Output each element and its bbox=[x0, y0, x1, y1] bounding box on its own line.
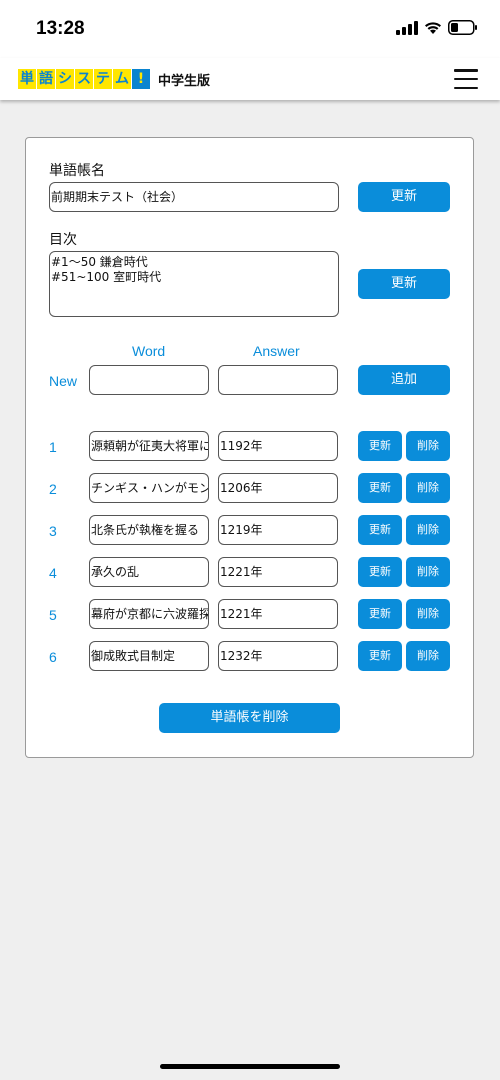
toc-label: 目次 bbox=[49, 232, 77, 248]
word-input[interactable]: 源頼朝が征夷大将軍に bbox=[89, 431, 209, 461]
row-update-button[interactable]: 更新 bbox=[358, 473, 402, 503]
row-number: 3 bbox=[49, 523, 57, 539]
row-number: 2 bbox=[49, 481, 57, 497]
status-bar: 13:28 bbox=[0, 0, 500, 58]
logo-text: 単 語 シ ス テ ム ! bbox=[18, 69, 150, 89]
wordbook-edit-card: 単語帳名 前期期末テスト（社会） 更新 目次 #1〜50 鎌倉時代 #51~10… bbox=[25, 137, 474, 758]
row-number: 5 bbox=[49, 607, 57, 623]
word-input[interactable]: チンギス・ハンがモン bbox=[89, 473, 209, 503]
book-name-label: 単語帳名 bbox=[49, 163, 105, 179]
book-name-update-button[interactable]: 更新 bbox=[358, 182, 450, 212]
row-delete-button[interactable]: 削除 bbox=[406, 515, 450, 545]
row-update-button[interactable]: 更新 bbox=[358, 515, 402, 545]
logo-char: シ bbox=[56, 69, 74, 89]
status-time: 13:28 bbox=[36, 18, 85, 39]
row-delete-button[interactable]: 削除 bbox=[406, 473, 450, 503]
app-logo[interactable]: 単 語 シ ス テ ム ! 中学生版 bbox=[18, 69, 210, 89]
logo-char: 単 bbox=[18, 69, 36, 89]
row-number: 6 bbox=[49, 649, 57, 665]
row-number: 1 bbox=[49, 439, 57, 455]
logo-char: 語 bbox=[37, 69, 55, 89]
new-entry-label: New bbox=[49, 373, 78, 389]
word-input[interactable]: 御成敗式目制定 bbox=[89, 641, 209, 671]
logo-char: ム bbox=[113, 69, 131, 89]
row-update-button[interactable]: 更新 bbox=[358, 599, 402, 629]
logo-char: ! bbox=[132, 69, 150, 89]
word-column-header: Word bbox=[132, 343, 166, 359]
answer-column-header: Answer bbox=[253, 343, 300, 359]
hamburger-menu-icon[interactable] bbox=[454, 69, 478, 89]
row-delete-button[interactable]: 削除 bbox=[406, 431, 450, 461]
answer-input[interactable]: 1221年 bbox=[218, 599, 338, 629]
app-header: 単 語 シ ス テ ム ! 中学生版 bbox=[0, 58, 500, 100]
battery-icon bbox=[448, 20, 478, 35]
signal-icon bbox=[396, 20, 418, 35]
word-input[interactable]: 承久の乱 bbox=[89, 557, 209, 587]
answer-input[interactable]: 1192年 bbox=[218, 431, 338, 461]
new-answer-input[interactable] bbox=[218, 365, 338, 395]
wifi-icon bbox=[424, 21, 442, 35]
book-name-input[interactable]: 前期期末テスト（社会） bbox=[49, 182, 339, 212]
row-update-button[interactable]: 更新 bbox=[358, 431, 402, 461]
logo-char: ス bbox=[75, 69, 93, 89]
toc-textarea[interactable]: #1〜50 鎌倉時代 #51~100 室町時代 bbox=[49, 251, 339, 317]
add-entry-button[interactable]: 追加 bbox=[358, 365, 450, 395]
answer-input[interactable]: 1221年 bbox=[218, 557, 338, 587]
logo-subtitle: 中学生版 bbox=[158, 73, 211, 89]
new-word-input[interactable] bbox=[89, 365, 209, 395]
row-number: 4 bbox=[49, 565, 57, 581]
row-delete-button[interactable]: 削除 bbox=[406, 557, 450, 587]
word-input[interactable]: 幕府が京都に六波羅探 bbox=[89, 599, 209, 629]
answer-input[interactable]: 1219年 bbox=[218, 515, 338, 545]
row-delete-button[interactable]: 削除 bbox=[406, 641, 450, 671]
word-input[interactable]: 北条氏が執権を握る bbox=[89, 515, 209, 545]
row-update-button[interactable]: 更新 bbox=[358, 557, 402, 587]
toc-update-button[interactable]: 更新 bbox=[358, 269, 450, 299]
delete-wordbook-button[interactable]: 単語帳を削除 bbox=[159, 703, 340, 733]
status-icons bbox=[396, 20, 478, 35]
logo-char: テ bbox=[94, 69, 112, 89]
answer-input[interactable]: 1232年 bbox=[218, 641, 338, 671]
row-update-button[interactable]: 更新 bbox=[358, 641, 402, 671]
answer-input[interactable]: 1206年 bbox=[218, 473, 338, 503]
home-indicator bbox=[160, 1064, 340, 1069]
row-delete-button[interactable]: 削除 bbox=[406, 599, 450, 629]
